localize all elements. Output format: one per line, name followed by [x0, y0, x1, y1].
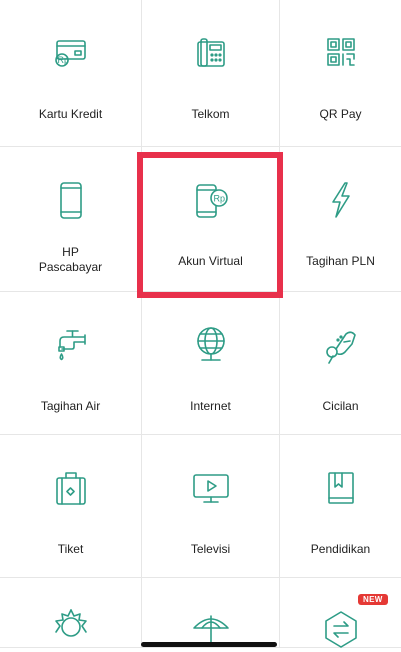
tile-label: Akun Virtual [178, 254, 243, 268]
tile-label: Televisi [190, 542, 231, 556]
tile-label: Kartu Kredit [38, 107, 103, 121]
tile-partial-sun[interactable] [0, 578, 142, 648]
tile-kartu-kredit[interactable]: Rp Kartu Kredit [0, 0, 142, 147]
tv-play-icon [188, 465, 234, 511]
tile-label: Tiket [57, 542, 84, 556]
tile-label: Tagihan Air [40, 399, 101, 413]
svg-text:Rp: Rp [57, 55, 69, 65]
mobile-phone-icon [48, 177, 94, 223]
tile-pendidikan[interactable]: Pendidikan [280, 435, 401, 578]
tile-qr-pay[interactable]: QR Pay [280, 0, 401, 147]
tile-label-line1: HP [62, 245, 79, 259]
tile-internet[interactable]: Internet [142, 292, 280, 435]
tile-partial-umbrella[interactable] [142, 578, 280, 648]
sun-icon [48, 604, 94, 650]
tile-partial-new[interactable] [280, 578, 401, 648]
water-faucet-icon [48, 322, 94, 368]
telephone-icon [188, 30, 234, 76]
tile-label: HP Pascabayar [4, 245, 137, 275]
tile-label-line2: Pascabayar [38, 260, 103, 274]
tile-label: Cicilan [322, 399, 359, 413]
tile-label: Pendidikan [310, 542, 371, 556]
credit-card-icon: Rp [48, 30, 94, 76]
tile-cicilan[interactable]: Cicilan [280, 292, 401, 435]
phone-rp-coin-icon: Rp [188, 177, 234, 223]
home-indicator [141, 642, 277, 647]
tile-tiket[interactable]: Tiket [0, 435, 142, 578]
suitcase-icon [48, 465, 94, 511]
cube-arrow-icon [318, 606, 364, 652]
hand-coin-icon [318, 322, 364, 368]
globe-icon [188, 322, 234, 368]
tile-telkom[interactable]: Telkom [142, 0, 280, 147]
tile-label: QR Pay [319, 107, 362, 121]
qr-code-icon [318, 30, 364, 76]
new-badge: NEW [358, 594, 388, 605]
tile-label: Telkom [191, 107, 230, 121]
book-icon [318, 465, 364, 511]
tile-akun-virtual[interactable]: Rp Akun Virtual [142, 147, 280, 292]
tile-label: Internet [190, 399, 231, 413]
tile-tagihan-air[interactable]: Tagihan Air [0, 292, 142, 435]
lightning-icon [318, 177, 364, 223]
svg-text:Rp: Rp [213, 194, 225, 204]
tile-tagihan-pln[interactable]: Tagihan PLN [280, 147, 401, 292]
tile-hp-pascabayar[interactable]: HP Pascabayar [0, 147, 142, 292]
tile-label: Tagihan PLN [306, 254, 375, 268]
service-grid: Rp Kartu Kredit Telkom QR Pay HP Pascaba… [0, 0, 401, 648]
tile-televisi[interactable]: Televisi [142, 435, 280, 578]
